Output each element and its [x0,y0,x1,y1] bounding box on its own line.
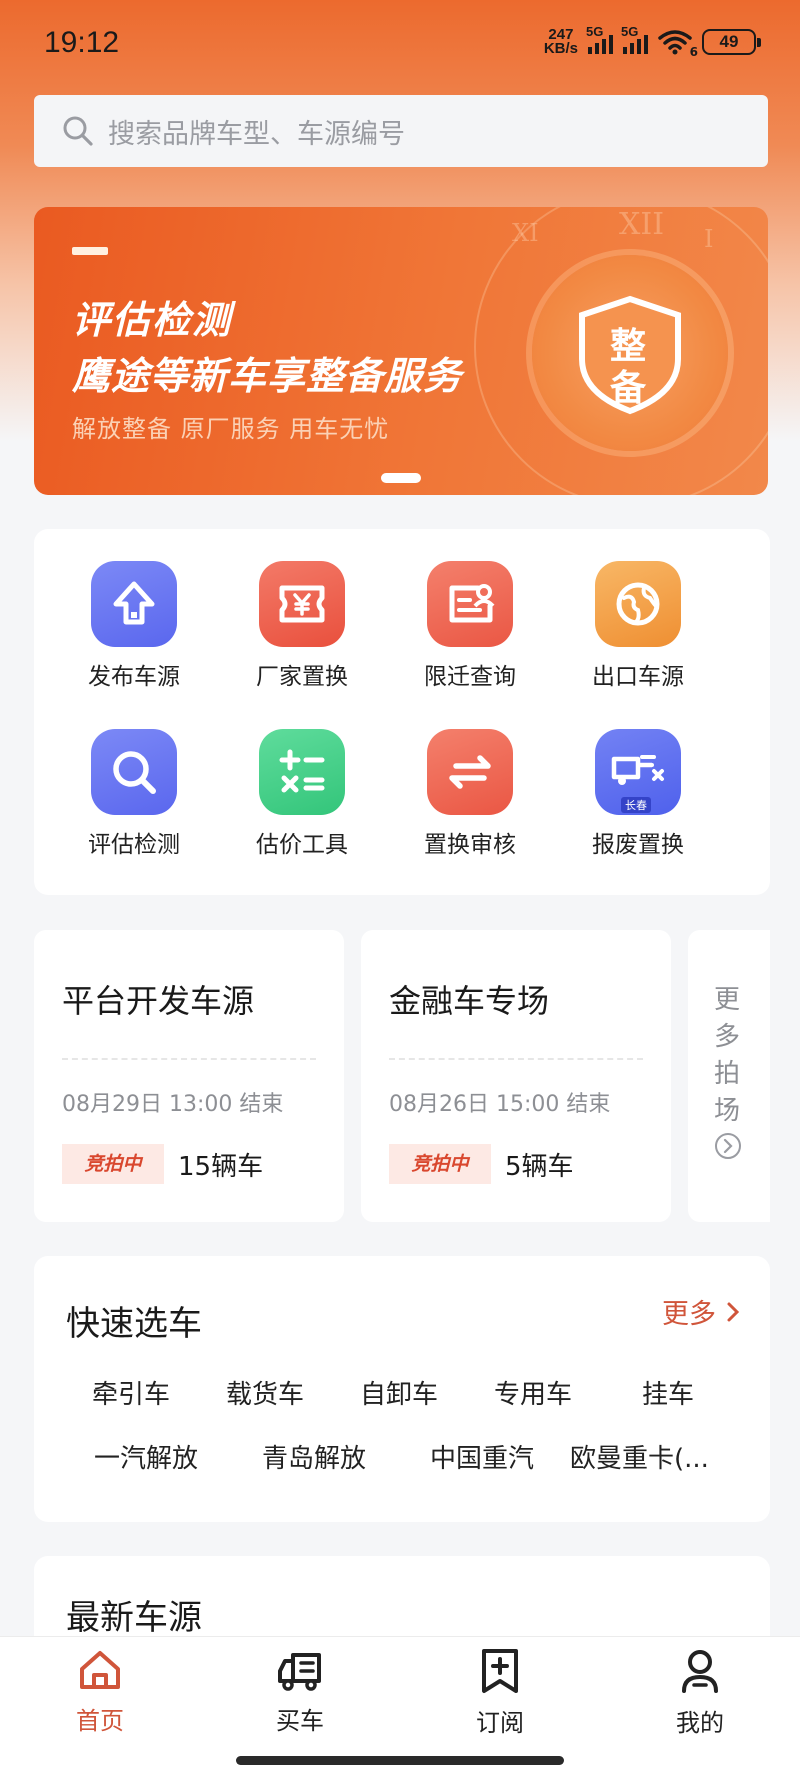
tab-mine[interactable]: 我的 [640,1647,760,1738]
battery-icon: 49 [702,29,761,55]
grid-item-restriction-query[interactable]: 限迁查询 [386,561,554,691]
grid-item-factory-exchange[interactable]: 厂家置换 [218,561,386,691]
bookmark-plus-icon [482,1649,518,1693]
vehicle-count: 5辆车 [505,1152,574,1182]
tab-buy-car[interactable]: 买车 [240,1647,360,1736]
grid-item-scrap-exchange[interactable]: 长春 报废置换 [554,729,722,859]
quick-tag-type[interactable]: 专用车 [494,1374,572,1411]
more-auctions-button[interactable]: 更多拍场 [688,930,770,1222]
shield-emblem: 整 备 [532,255,728,451]
status-badge: 竞拍中 [62,1144,164,1184]
promo-banner[interactable]: XII XI I 评估检测 鹰途等新车享整备服务 解放整备 原厂服务 用车无忧 … [34,207,768,495]
status-time: 19:12 [44,26,120,59]
signal-sim1-icon: 5G [586,24,613,54]
quick-tag-type[interactable]: 挂车 [642,1374,694,1411]
section-title: 快速选车 [66,1304,202,1344]
tab-subscribe[interactable]: 订阅 [440,1647,560,1738]
quick-tag-brand[interactable]: 青岛解放 [262,1438,366,1475]
chevron-right-icon [727,1302,740,1321]
more-link[interactable]: 更多 [662,1292,740,1331]
person-icon [682,1650,718,1693]
grid-item-publish[interactable]: 发布车源 [50,561,218,691]
truck-icon [278,1653,321,1691]
auction-end-time: 08月26日 15:00 结束 [389,1092,611,1117]
exchange-arrows-icon [449,755,491,789]
auction-end-time: 08月29日 13:00 结束 [62,1092,284,1117]
banner-title: 评估检测 [72,298,233,342]
vehicle-count: 15辆车 [178,1152,264,1182]
home-icon [80,1651,120,1689]
quick-tag-type[interactable]: 载货车 [226,1374,304,1411]
grid-item-exchange-review[interactable]: 置换审核 [386,729,554,859]
auction-card[interactable]: 平台开发车源 08月29日 13:00 结束 竞拍中 15辆车 [34,930,344,1222]
home-indicator[interactable] [236,1756,564,1765]
quick-tag-brand[interactable]: 一汽解放 [94,1438,198,1475]
status-indicators: 247 KB/s 5G 5G 6 49 [543,24,761,59]
status-bar: 19:12 247 KB/s 5G 5G 6 49 [0,0,800,90]
chevron-right-circle-icon [715,1133,741,1159]
quick-tag-brand[interactable]: 中国重汽 [430,1438,534,1475]
yuan-ticket-icon [279,585,325,623]
upload-icon [113,581,155,625]
tab-home[interactable]: 首页 [40,1647,160,1736]
banner-headline: 鹰途等新车享整备服务 [72,354,463,398]
banner-page-indicator [381,473,421,483]
search-input[interactable]: 搜索品牌车型、车源编号 [34,95,768,167]
calculator-icon [279,749,325,793]
quick-tag-type[interactable]: 自卸车 [360,1374,438,1411]
banner-subtitle: 解放整备 原厂服务 用车无忧 [72,415,390,443]
grid-item-valuation-tool[interactable]: 估价工具 [218,729,386,859]
signal-sim2-icon: 5G [621,24,648,54]
network-speed: 247 KB/s [543,26,578,57]
magnifier-icon [113,751,156,794]
auction-title: 平台开发车源 [62,982,255,1020]
search-icon [63,116,93,146]
search-placeholder: 搜索品牌车型、车源编号 [108,118,405,150]
quick-tag-type[interactable]: 牵引车 [92,1374,170,1411]
quick-select-section: 快速选车 更多 牵引车 载货车 自卸车 专用车 挂车 一汽解放 青岛解放 中国重… [34,1256,770,1522]
auction-card[interactable]: 金融车专场 08月26日 15:00 结束 竞拍中 5辆车 [361,930,671,1222]
wifi-icon: 6 [658,29,698,59]
more-auctions-label: 更多拍场 [714,985,741,1126]
quick-tag-brand[interactable]: 欧曼重卡(... [570,1438,709,1475]
grid-item-evaluation[interactable]: 评估检测 [50,729,218,859]
section-title: 最新车源 [66,1598,202,1638]
id-card-icon [449,584,495,623]
globe-icon [616,582,660,626]
region-badge: 长春 [621,797,651,813]
auction-title: 金融车专场 [389,982,550,1020]
feature-grid: 发布车源 厂家置换 限迁查询 出口车源 评估检测 估价工具 置换审核 长春 报废… [34,529,770,895]
grid-item-export-vehicles[interactable]: 出口车源 [554,561,722,691]
status-badge: 竞拍中 [389,1144,491,1184]
scrap-truck-icon [611,755,664,785]
